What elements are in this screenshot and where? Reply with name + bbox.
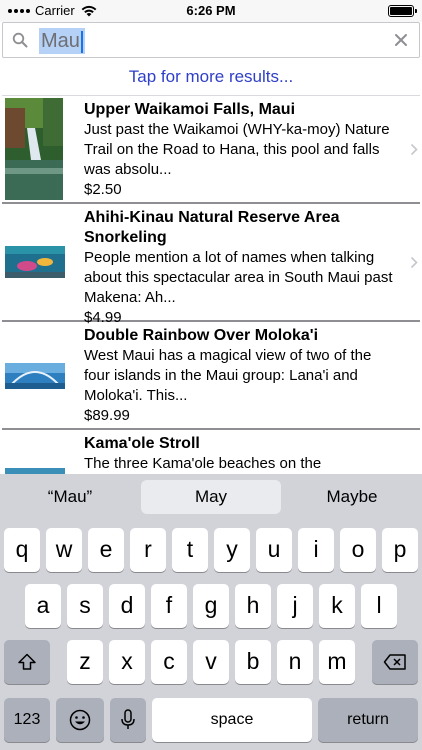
key-f[interactable]: f: [151, 584, 187, 628]
results-list: Upper Waikamoi Falls, Maui Just past the…: [2, 96, 420, 474]
list-item-price: $89.99: [84, 407, 130, 424]
key-m[interactable]: m: [319, 640, 355, 684]
shift-key[interactable]: [4, 640, 50, 684]
clear-icon[interactable]: [393, 32, 409, 48]
key-y[interactable]: y: [214, 528, 250, 572]
key-a[interactable]: a: [25, 584, 61, 628]
status-time: 6:26 PM: [186, 3, 236, 18]
space-key[interactable]: space: [152, 698, 312, 742]
delete-key[interactable]: [372, 640, 418, 684]
key-u[interactable]: u: [256, 528, 292, 572]
keyboard: “Mau” May Maybe q w e r t y u i o p a s …: [0, 474, 422, 750]
chevron-right-icon: [410, 256, 418, 269]
key-c[interactable]: c: [151, 640, 187, 684]
list-item-price: $2.50: [84, 181, 122, 198]
emoji-icon: [69, 709, 91, 731]
waterfall-thumbnail: [5, 98, 63, 200]
text-caret: [80, 30, 83, 53]
list-item-description: Just past the Waikamoi (WHY-ka-moy) Natu…: [84, 121, 390, 178]
status-bar: Carrier 6:26 PM: [0, 0, 422, 22]
list-item-text: Upper Waikamoi Falls, Maui Just past the…: [84, 100, 398, 200]
key-s[interactable]: s: [67, 584, 103, 628]
delete-icon: [383, 654, 406, 670]
return-key[interactable]: return: [318, 698, 418, 742]
key-d[interactable]: d: [109, 584, 145, 628]
list-item[interactable]: Upper Waikamoi Falls, Maui Just past the…: [2, 96, 420, 204]
suggestion-item[interactable]: May: [141, 480, 281, 514]
list-item-title: Kama'ole Stroll: [84, 435, 200, 452]
key-e[interactable]: e: [88, 528, 124, 572]
search-icon: [12, 32, 28, 48]
emoji-key[interactable]: [56, 698, 104, 742]
list-item[interactable]: Ahihi-Kinau Natural Reserve Area Snorkel…: [2, 204, 420, 326]
numbers-key[interactable]: 123: [4, 698, 50, 742]
list-item-description: People mention a lot of names when talki…: [84, 249, 393, 306]
list-item-description: West Maui has a magical view of two of t…: [84, 347, 372, 404]
key-t[interactable]: t: [172, 528, 208, 572]
key-x[interactable]: x: [109, 640, 145, 684]
suggestion-item[interactable]: “Mau”: [0, 480, 140, 514]
key-b[interactable]: b: [235, 640, 271, 684]
chevron-right-icon: [410, 143, 418, 156]
list-item[interactable]: Kama'ole Stroll The three Kama'ole beach…: [2, 430, 420, 474]
list-item[interactable]: Double Rainbow Over Moloka'i West Maui h…: [2, 322, 420, 430]
shift-icon: [18, 653, 36, 670]
key-v[interactable]: v: [193, 640, 229, 684]
microphone-key[interactable]: [110, 698, 146, 742]
key-g[interactable]: g: [193, 584, 229, 628]
list-item-text: Kama'ole Stroll The three Kama'ole beach…: [84, 434, 398, 474]
list-item-title: Upper Waikamoi Falls, Maui: [84, 101, 296, 118]
key-h[interactable]: h: [235, 584, 271, 628]
list-item-description: The three Kama'ole beaches on the: [84, 455, 322, 472]
snorkeling-thumbnail: [5, 246, 65, 278]
key-l[interactable]: l: [361, 584, 397, 628]
key-p[interactable]: p: [382, 528, 418, 572]
key-w[interactable]: w: [46, 528, 82, 572]
search-bar[interactable]: Mau: [2, 22, 420, 58]
list-item-text: Double Rainbow Over Moloka'i West Maui h…: [84, 326, 398, 426]
more-results-link[interactable]: Tap for more results...: [2, 58, 420, 96]
microphone-icon: [121, 709, 135, 729]
suggestion-item[interactable]: Maybe: [282, 480, 422, 514]
search-input-text: Mau: [41, 30, 80, 52]
key-i[interactable]: i: [298, 528, 334, 572]
key-k[interactable]: k: [319, 584, 355, 628]
key-j[interactable]: j: [277, 584, 313, 628]
search-input[interactable]: Mau: [39, 28, 85, 54]
battery-icon: [388, 5, 417, 17]
rainbow-thumbnail: [5, 363, 65, 389]
key-q[interactable]: q: [4, 528, 40, 572]
key-n[interactable]: n: [277, 640, 313, 684]
key-o[interactable]: o: [340, 528, 376, 572]
suggestion-bar: “Mau” May Maybe: [0, 474, 422, 520]
key-r[interactable]: r: [130, 528, 166, 572]
list-item-title: Double Rainbow Over Moloka'i: [84, 327, 319, 344]
list-item-text: Ahihi-Kinau Natural Reserve Area Snorkel…: [84, 208, 398, 328]
key-z[interactable]: z: [67, 640, 103, 684]
list-item-title: Ahihi-Kinau Natural Reserve Area Snorkel…: [84, 209, 340, 246]
